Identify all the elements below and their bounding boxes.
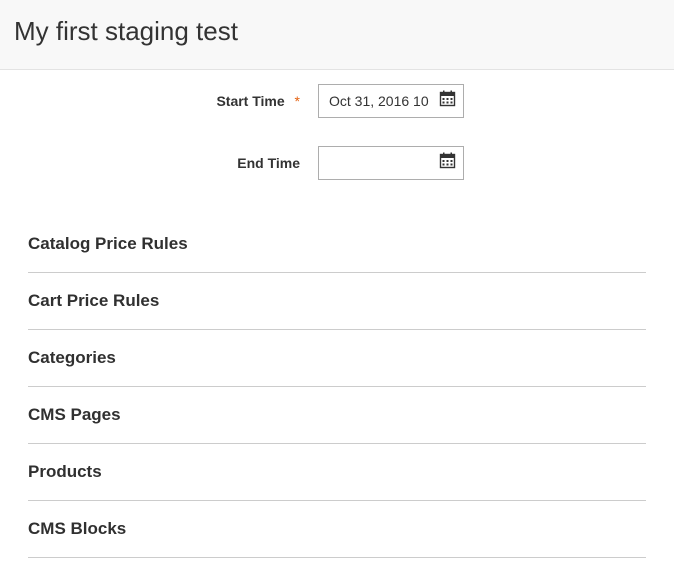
form-wrap: Start Time * — [0, 70, 674, 180]
page-title: My first staging test — [14, 16, 660, 47]
section-title: CMS Blocks — [28, 519, 126, 538]
section-title: CMS Pages — [28, 405, 121, 424]
header-bar: My first staging test — [0, 0, 674, 70]
end-time-input[interactable] — [318, 146, 464, 180]
section-catalog-price-rules[interactable]: Catalog Price Rules — [28, 234, 646, 273]
end-time-label-text: End Time — [237, 155, 300, 171]
section-cms-pages[interactable]: CMS Pages — [28, 387, 646, 444]
end-time-row: End Time — [28, 146, 646, 180]
required-indicator: * — [295, 93, 300, 109]
start-time-label: Start Time * — [28, 93, 318, 109]
start-time-input[interactable] — [318, 84, 464, 118]
section-title: Categories — [28, 348, 116, 367]
end-time-input-wrap — [318, 146, 464, 180]
section-categories[interactable]: Categories — [28, 330, 646, 387]
start-time-label-text: Start Time — [216, 93, 284, 109]
section-title: Products — [28, 462, 102, 481]
section-title: Catalog Price Rules — [28, 234, 188, 253]
sections-list: Catalog Price Rules Cart Price Rules Cat… — [0, 208, 674, 558]
start-time-input-wrap — [318, 84, 464, 118]
start-time-row: Start Time * — [28, 84, 646, 118]
section-cms-blocks[interactable]: CMS Blocks — [28, 501, 646, 558]
end-time-label: End Time — [28, 155, 318, 171]
section-products[interactable]: Products — [28, 444, 646, 501]
section-title: Cart Price Rules — [28, 291, 159, 310]
section-cart-price-rules[interactable]: Cart Price Rules — [28, 273, 646, 330]
